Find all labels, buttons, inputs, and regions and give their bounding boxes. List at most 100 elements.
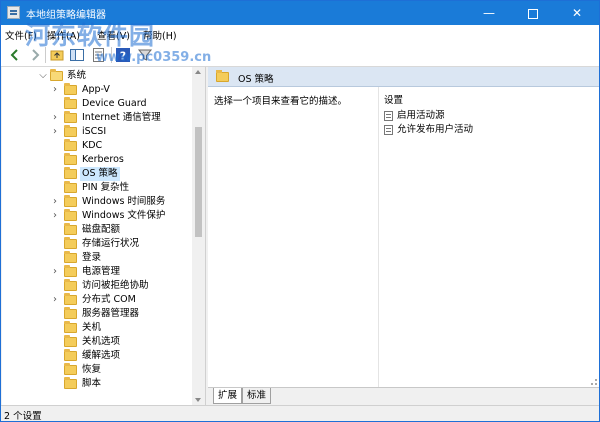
policy-setting-icon (384, 125, 393, 135)
maximize-icon (528, 8, 538, 19)
tree-node-label: 访问被拒绝协助 (82, 280, 149, 291)
tree-node-label: App-V (82, 84, 110, 95)
tree-node-label: 存储运行状况 (82, 238, 140, 249)
tree-node-label: 分布式 COM (82, 294, 136, 305)
maximize-button[interactable] (511, 1, 555, 25)
tree-node-label: 脚本 (82, 378, 102, 389)
tree-node-label: OS 策略 (80, 167, 120, 181)
tree-node-label: 系统 (67, 70, 87, 81)
setting-label: 启用活动源 (397, 110, 445, 121)
expand-arrow-icon (50, 98, 60, 110)
expand-arrow-icon[interactable]: › (50, 112, 60, 124)
status-text: 2 个设置 (4, 411, 42, 422)
navigation-tree[interactable]: ⌵ 系统 › App-V Device Guard › Internet 通信管… (2, 67, 206, 405)
watermark-logo: 河东软件园 (25, 21, 156, 50)
expand-arrow-icon (50, 280, 60, 292)
expand-arrow-icon[interactable]: › (50, 84, 60, 96)
folder-icon (64, 97, 77, 109)
back-arrow-icon[interactable] (7, 47, 23, 63)
folder-icon (64, 237, 77, 249)
folder-icon (64, 209, 77, 221)
expand-arrow-icon (50, 350, 60, 362)
tree-node-label: Windows 时间服务 (82, 196, 166, 207)
folder-icon (64, 293, 77, 305)
folder-icon (64, 153, 77, 165)
view-tabs: 扩展 标准 (208, 387, 599, 405)
expand-arrow-icon (50, 322, 60, 334)
folder-icon (64, 363, 77, 375)
tree-node-label: 缓解选项 (82, 350, 121, 361)
folder-icon (64, 321, 77, 333)
folder-icon (64, 83, 77, 95)
tab-standard[interactable]: 标准 (242, 388, 272, 404)
minimize-button[interactable]: — (467, 1, 511, 25)
expand-arrow-icon[interactable]: ⌵ (38, 70, 48, 82)
status-bar: 2 个设置 (1, 405, 599, 422)
policy-setting-icon (384, 111, 393, 121)
tree-node-label: 关机 (82, 322, 102, 333)
folder-icon (64, 181, 77, 193)
detail-pane: OS 策略 选择一个项目来查看它的描述。 设置 启用活动源 允许发布用户活动 (208, 67, 599, 405)
expand-arrow-icon[interactable]: › (50, 294, 60, 306)
folder-icon (64, 111, 77, 123)
tree-node-label: iSCSI (82, 126, 107, 137)
setting-label: 允许发布用户活动 (397, 124, 474, 135)
expand-arrow-icon (50, 252, 60, 264)
scrollbar-thumb[interactable] (195, 127, 202, 237)
folder-icon (64, 251, 77, 263)
tree-node-label: 关机选项 (82, 336, 121, 347)
folder-icon (64, 195, 77, 207)
folder-icon (64, 279, 77, 291)
gpedit-window: 本地组策略编辑器 — ✕ 文件(F) 操作(A) 查看(V) 帮助(H) ? 河… (0, 0, 600, 422)
tree-node-label: Windows 文件保护 (82, 210, 166, 221)
detail-header-title: OS 策略 (238, 74, 274, 85)
expand-arrow-icon (50, 154, 60, 166)
expand-arrow-icon (50, 238, 60, 250)
folder-icon (64, 265, 77, 277)
tree-node-label: 磁盘配额 (82, 224, 121, 235)
settings-column-header[interactable]: 设置 (384, 92, 403, 106)
close-button[interactable]: ✕ (555, 1, 599, 25)
tree-node-label: 电源管理 (82, 266, 121, 277)
app-icon (7, 6, 20, 19)
tree-node-label: 登录 (82, 252, 102, 263)
folder-open-icon (50, 69, 63, 81)
tree-node-label: Device Guard (82, 98, 147, 109)
expand-arrow-icon[interactable]: › (50, 196, 60, 208)
folder-icon (64, 139, 77, 151)
expand-arrow-icon (50, 378, 60, 390)
expand-arrow-icon (50, 168, 60, 180)
tree-node-label: 恢复 (82, 364, 102, 375)
folder-icon (64, 377, 77, 389)
folder-icon (64, 223, 77, 235)
folder-icon (64, 335, 77, 347)
pane-divider[interactable] (378, 87, 379, 387)
expand-arrow-icon[interactable]: › (50, 266, 60, 278)
folder-icon (64, 125, 77, 137)
expand-arrow-icon[interactable]: › (50, 210, 60, 222)
tab-extended[interactable]: 扩展 (213, 388, 243, 404)
scroll-down-arrow-icon[interactable] (195, 398, 201, 402)
description-text: 选择一个项目来查看它的描述。 (214, 96, 348, 107)
tree-node-label: Kerberos (82, 154, 124, 165)
expand-arrow-icon (50, 308, 60, 320)
detail-header: OS 策略 (208, 67, 599, 87)
expand-arrow-icon (50, 140, 60, 152)
folder-icon (64, 349, 77, 361)
expand-arrow-icon (50, 336, 60, 348)
folder-icon (216, 70, 229, 82)
tree-node-label: 服务器管理器 (82, 308, 140, 319)
tree-node-label: PIN 复杂性 (82, 182, 130, 193)
folder-icon (64, 307, 77, 319)
tree-node-label: KDC (82, 140, 103, 151)
resize-grip-icon (591, 379, 597, 385)
scroll-up-arrow-icon[interactable] (195, 70, 201, 74)
tree-node-label: Internet 通信管理 (82, 112, 161, 123)
expand-arrow-icon (50, 364, 60, 376)
tree-scrollbar[interactable] (192, 67, 205, 405)
expand-arrow-icon[interactable]: › (50, 126, 60, 138)
expand-arrow-icon (50, 182, 60, 194)
watermark-url: www.pc0359.cn (96, 50, 212, 65)
expand-arrow-icon (50, 224, 60, 236)
folder-icon (64, 167, 77, 179)
